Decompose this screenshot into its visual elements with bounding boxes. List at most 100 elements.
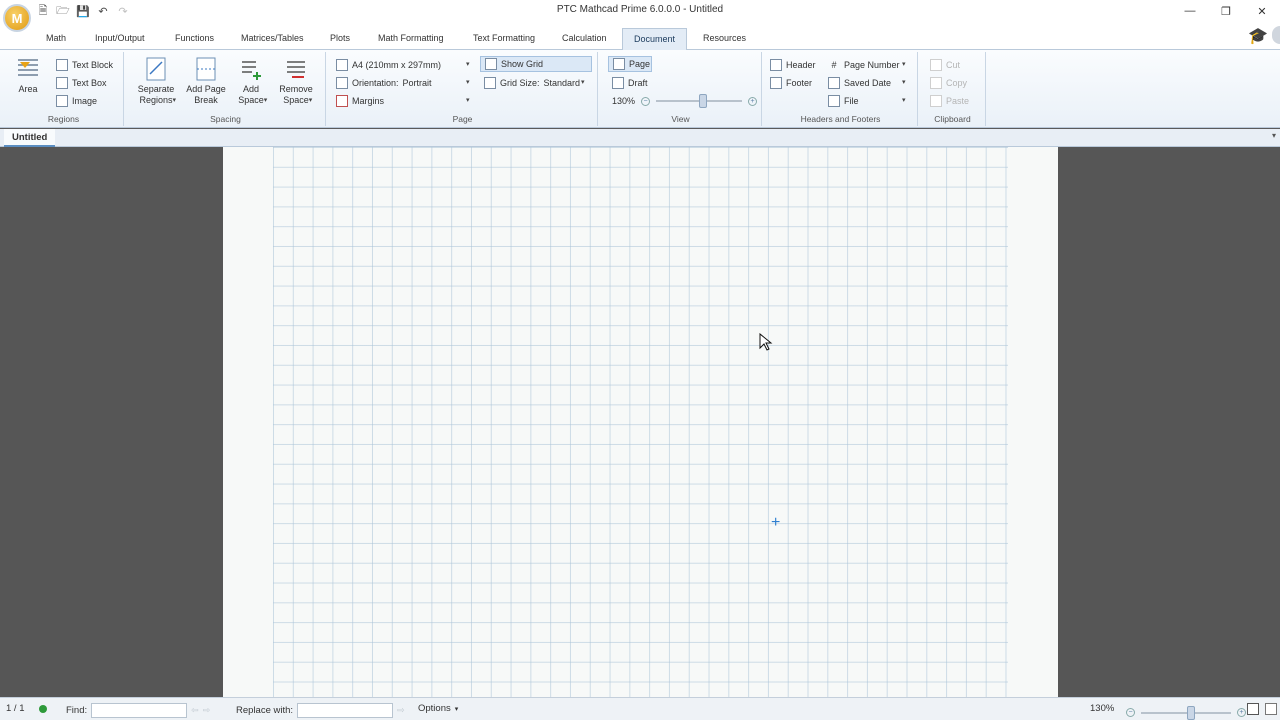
image-label: Image	[72, 96, 98, 106]
add-space-label-2: Space	[238, 95, 264, 105]
chevron-down-icon[interactable]: ▾	[466, 96, 470, 104]
find-input[interactable]	[91, 703, 188, 718]
chevron-down-icon[interactable]: ▾	[581, 78, 585, 86]
document-tab-bar: Untitled ▾	[0, 129, 1280, 147]
separate-regions-button[interactable]: Separate Regions ▾	[134, 56, 178, 106]
replace-input[interactable]	[297, 703, 394, 718]
group-spacing: Separate Regions ▾ Add Page Break Add Spa…	[126, 52, 326, 126]
tab-functions[interactable]: Functions	[169, 28, 220, 50]
file-icon	[828, 95, 840, 107]
copy-label: Copy	[946, 78, 968, 88]
chevron-down-icon[interactable]: ▾	[466, 60, 470, 68]
ribbon-zoom-value: 130%	[612, 96, 636, 106]
remove-space-label-1: Remove	[279, 84, 313, 94]
page-number-dropdown[interactable]: # Page Number	[828, 57, 899, 73]
draft-view-button[interactable]: Draft	[612, 75, 648, 91]
draft-view-icon[interactable]	[1265, 703, 1277, 715]
options-dropdown[interactable]: Options ▾	[418, 703, 458, 714]
tab-input-output[interactable]: Input/Output	[89, 28, 151, 50]
paper-size-dropdown[interactable]: A4 (210mm x 297mm)	[336, 57, 441, 73]
status-zoom-control: − +	[1126, 705, 1246, 720]
zoom-in-icon[interactable]: +	[748, 96, 758, 106]
document-tab-untitled[interactable]: Untitled	[4, 129, 56, 147]
text-box-button[interactable]: Text Box	[56, 75, 107, 91]
group-view: Page Draft View	[600, 52, 762, 126]
worksheet-grid[interactable]	[273, 147, 1008, 697]
add-page-break-label-2: Break	[194, 95, 218, 105]
image-button[interactable]: Image	[56, 93, 97, 109]
paste-button[interactable]: Paste	[930, 93, 969, 109]
help-tab-icon[interactable]	[1272, 26, 1280, 44]
zoom-out-icon[interactable]: −	[1126, 708, 1135, 717]
margins-icon	[336, 95, 348, 107]
group-label-view: View	[671, 114, 690, 124]
tab-math-formatting[interactable]: Math Formatting	[372, 28, 450, 50]
tab-math[interactable]: Math	[40, 28, 72, 50]
add-space-button[interactable]: Add Space ▾	[234, 56, 268, 106]
minimize-icon[interactable]: —	[1172, 0, 1208, 22]
scissors-icon	[930, 59, 942, 71]
mouse-pointer-icon	[759, 333, 773, 351]
page-view-icon[interactable]	[1247, 703, 1259, 715]
remove-space-icon	[284, 56, 308, 82]
group-label-clipboard: Clipboard	[934, 114, 971, 124]
copy-button[interactable]: Copy	[930, 75, 967, 91]
page-view-button[interactable]: Page	[608, 56, 652, 72]
crosshair-cursor-icon: +	[771, 514, 781, 531]
zoom-in-icon[interactable]: +	[1237, 708, 1246, 717]
area-button[interactable]: Area	[10, 56, 46, 95]
find-previous-icon[interactable]: ⇦	[191, 705, 199, 716]
orientation-dropdown[interactable]: Orientation: Portrait	[336, 75, 432, 91]
replace-icon[interactable]: ⇨	[397, 705, 405, 716]
tab-text-formatting[interactable]: Text Formatting	[467, 28, 541, 50]
zoom-out-icon[interactable]: −	[641, 96, 651, 106]
worksheet-page[interactable]: +	[223, 147, 1058, 697]
show-grid-toggle[interactable]: Show Grid	[480, 56, 592, 72]
add-page-break-button[interactable]: Add Page Break	[184, 56, 228, 106]
status-zoom-slider[interactable]	[1141, 705, 1231, 720]
graduation-cap-icon[interactable]: 🎓	[1248, 26, 1268, 46]
grid-size-icon	[484, 77, 496, 89]
text-block-button[interactable]: Text Block	[56, 57, 113, 73]
chevron-down-icon[interactable]: ▾	[902, 78, 906, 86]
chevron-down-icon[interactable]: ▾	[902, 60, 906, 68]
tab-document[interactable]: Document	[622, 28, 687, 50]
tab-matrices-tables[interactable]: Matrices/Tables	[235, 28, 310, 50]
worksheet-canvas[interactable]: +	[0, 147, 1280, 697]
grid-size-label: Grid Size:	[500, 78, 540, 88]
file-dropdown[interactable]: File	[828, 93, 859, 109]
cut-button[interactable]: Cut	[930, 57, 960, 73]
status-zoom-thumb[interactable]	[1186, 705, 1195, 720]
calendar-icon	[828, 77, 840, 89]
footer-button[interactable]: Footer	[770, 75, 812, 91]
margins-label: Margins	[352, 96, 385, 106]
orientation-label: Orientation:	[352, 78, 399, 88]
restore-icon[interactable]: ❐	[1208, 0, 1244, 22]
tab-calculation[interactable]: Calculation	[556, 28, 613, 50]
tab-plots[interactable]: Plots	[324, 28, 356, 50]
tab-resources[interactable]: Resources	[697, 28, 752, 50]
margins-dropdown[interactable]: Margins	[336, 93, 384, 109]
remove-space-button[interactable]: Remove Space ▾	[274, 56, 318, 106]
orientation-value: Portrait	[402, 78, 432, 88]
chevron-down-icon[interactable]: ▾	[902, 96, 906, 104]
header-button[interactable]: Header	[770, 57, 816, 73]
clipboard-icon	[930, 95, 942, 107]
find-label: Find:	[66, 705, 88, 716]
copy-icon	[930, 77, 942, 89]
page-break-icon	[194, 56, 218, 82]
ribbon-zoom-slider[interactable]	[656, 94, 743, 108]
close-icon[interactable]: ✕	[1244, 0, 1280, 22]
ribbon-zoom-thumb[interactable]	[699, 94, 708, 108]
find-next-icon[interactable]: ⇨	[203, 705, 211, 716]
text-block-icon	[56, 59, 68, 71]
chevron-down-icon[interactable]: ▾	[466, 78, 470, 86]
chevron-down-icon[interactable]: ▾	[1272, 131, 1276, 140]
saved-date-dropdown[interactable]: Saved Date	[828, 75, 891, 91]
app-logo-button[interactable]: M	[3, 4, 31, 32]
saved-date-label: Saved Date	[844, 78, 892, 88]
text-block-label: Text Block	[72, 60, 114, 70]
header-icon	[770, 59, 782, 71]
status-zoom-value-wrap: 130%	[1090, 703, 1114, 714]
grid-size-dropdown[interactable]: Grid Size: Standard	[484, 75, 580, 91]
